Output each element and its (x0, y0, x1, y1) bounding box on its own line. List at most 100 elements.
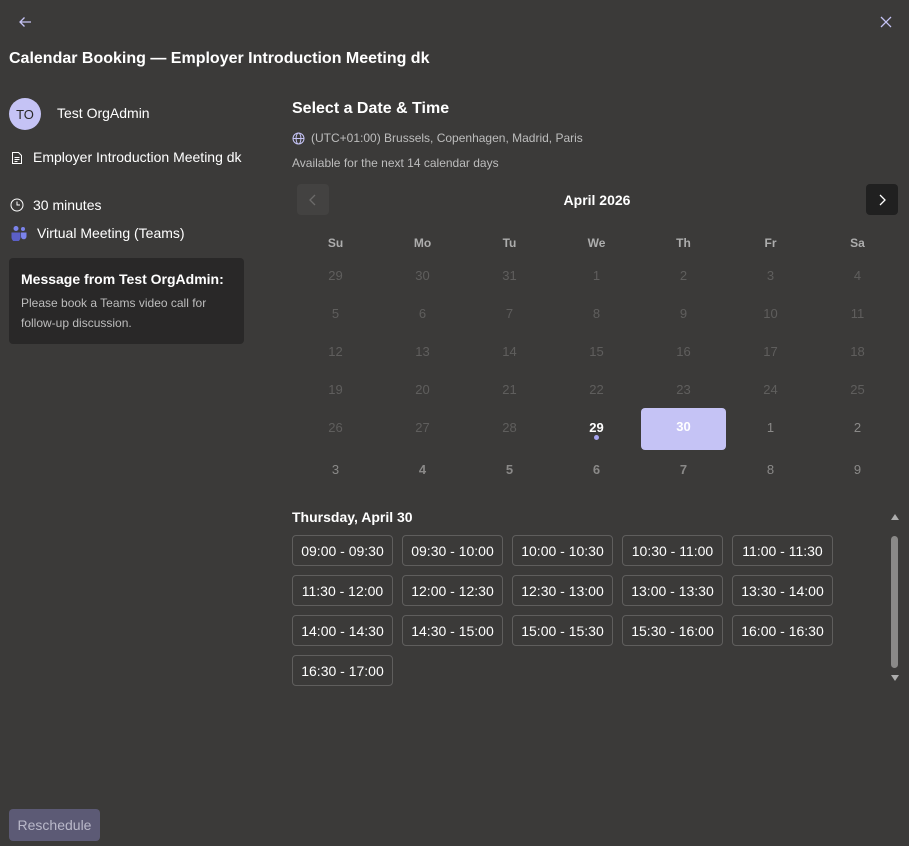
calendar-day[interactable]: 6 (553, 450, 640, 488)
weekday-label: Tu (502, 236, 517, 250)
weekday-label: We (587, 236, 606, 250)
back-button[interactable] (11, 8, 39, 36)
calendar-week: 26 27 28 29 30 1 2 (292, 408, 902, 450)
calendar-day: 5 (331, 305, 340, 321)
calendar-day[interactable]: 5 (466, 450, 553, 488)
next-month-button[interactable] (866, 184, 898, 215)
calendar-day: 16 (676, 343, 691, 359)
calendar-week: 3 4 5 6 7 8 9 (292, 450, 902, 488)
avatar: TO (9, 98, 41, 130)
calendar-day: 23 (676, 381, 691, 397)
time-slot-button[interactable]: 14:30 - 15:00 (402, 615, 503, 646)
time-slot-button[interactable]: 09:00 - 09:30 (292, 535, 393, 566)
calendar-day: 15 (589, 343, 604, 359)
calendar-day: 1 (592, 267, 601, 283)
time-slot-button[interactable]: 09:30 - 10:00 (402, 535, 503, 566)
meeting-title: Employer Introduction Meeting dk (33, 149, 242, 165)
calendar-day: 4 (853, 267, 862, 283)
calendar-day-selected[interactable]: 30 (641, 408, 726, 450)
previous-month-button[interactable] (297, 184, 329, 215)
meeting-duration: 30 minutes (33, 197, 102, 213)
calendar-day: 29 (328, 267, 343, 283)
calendar-day: 6 (418, 305, 427, 321)
time-slot-button[interactable]: 13:30 - 14:00 (732, 575, 833, 606)
calendar-day[interactable]: 8 (727, 450, 814, 488)
time-slot-list: 09:00 - 09:30 09:30 - 10:00 10:00 - 10:3… (292, 535, 844, 695)
time-slot-button[interactable]: 16:00 - 16:30 (732, 615, 833, 646)
time-slot-button[interactable]: 12:30 - 13:00 (512, 575, 613, 606)
message-title: Message from Test OrgAdmin: (21, 271, 224, 287)
weekday-label: Fr (764, 236, 777, 250)
calendar-day: 11 (850, 305, 865, 321)
calendar-day: 18 (850, 343, 865, 359)
calendar-day: 10 (763, 305, 778, 321)
time-slot-button[interactable]: 11:30 - 12:00 (292, 575, 393, 606)
close-button[interactable] (872, 8, 900, 36)
time-slot-button[interactable]: 10:00 - 10:30 (512, 535, 613, 566)
calendar-day: 20 (415, 381, 430, 397)
time-slot-button[interactable]: 15:30 - 16:00 (622, 615, 723, 646)
clock-icon (9, 196, 25, 214)
calendar-day: 2 (679, 267, 688, 283)
duration-row: 30 minutes (9, 196, 101, 214)
document-icon (9, 149, 25, 167)
scroll-up-arrow[interactable] (890, 512, 900, 522)
triangle-down-icon (891, 675, 899, 681)
calendar-week: 29 30 31 1 2 3 4 (292, 256, 902, 294)
calendar-day: 7 (505, 305, 514, 321)
selected-day-label: Thursday, April 30 (292, 509, 413, 525)
calendar-day[interactable]: 3 (292, 450, 379, 488)
scheduler-title: Select a Date & Time (292, 100, 450, 117)
calendar-day: 25 (850, 381, 865, 397)
weekday-label: Su (327, 236, 344, 250)
organizer-name: Test OrgAdmin (57, 105, 150, 121)
teams-icon (9, 224, 29, 242)
organizer-message: Message from Test OrgAdmin: Please book … (9, 258, 244, 344)
chevron-left-icon (309, 194, 316, 205)
scroll-down-arrow[interactable] (890, 673, 900, 683)
calendar-day: 14 (502, 343, 517, 359)
calendar-day: 22 (589, 381, 604, 397)
time-slot-button[interactable]: 14:00 - 14:30 (292, 615, 393, 646)
meeting-location: Virtual Meeting (Teams) (37, 225, 185, 241)
availability-text: Available for the next 14 calendar days (292, 156, 499, 170)
weekday-label: Mo (413, 236, 432, 250)
calendar-day[interactable]: 4 (379, 450, 466, 488)
triangle-up-icon (891, 514, 899, 520)
weekday-label: Sa (850, 236, 865, 250)
calendar-day[interactable]: 1 (727, 408, 814, 446)
weekday-header: Su Mo Tu We Th Fr Sa (292, 230, 902, 256)
calendar-day: 30 (415, 267, 430, 283)
page-title: Calendar Booking — Employer Introduction… (9, 50, 430, 67)
timezone-text: (UTC+01:00) Brussels, Copenhagen, Madrid… (311, 131, 583, 145)
time-slot-button[interactable]: 15:00 - 15:30 (512, 615, 613, 646)
calendar-week: 5 6 7 8 9 10 11 (292, 294, 902, 332)
location-row: Virtual Meeting (Teams) (9, 224, 185, 242)
calendar-day: 19 (328, 381, 343, 397)
message-text: Please book a Teams video call for follo… (21, 296, 207, 330)
time-slot-button[interactable]: 16:30 - 17:00 (292, 655, 393, 686)
chevron-right-icon (879, 194, 886, 205)
time-slot-button[interactable]: 11:00 - 11:30 (732, 535, 833, 566)
calendar-day: 31 (502, 267, 517, 283)
calendar-day[interactable]: 7 (640, 450, 727, 488)
time-slot-button[interactable]: 12:00 - 12:30 (402, 575, 503, 606)
time-slot-button[interactable]: 10:30 - 11:00 (622, 535, 723, 566)
calendar-day: 13 (415, 343, 430, 359)
calendar-day: 12 (328, 343, 343, 359)
calendar-day: 9 (679, 305, 688, 321)
scrollbar-thumb[interactable] (891, 536, 898, 668)
close-icon (880, 16, 892, 28)
calendar-day: 24 (763, 381, 778, 397)
month-label: April 2026 (563, 192, 631, 208)
calendar-day: 17 (763, 343, 778, 359)
weekday-label: Th (676, 236, 691, 250)
calendar-day: 28 (502, 419, 517, 435)
calendar-day: 3 (766, 267, 775, 283)
calendar-day-today[interactable]: 29 (553, 408, 640, 446)
calendar-day[interactable]: 9 (814, 450, 901, 488)
reschedule-button[interactable]: Reschedule (9, 809, 100, 841)
time-slot-button[interactable]: 13:00 - 13:30 (622, 575, 723, 606)
calendar-day: 21 (502, 381, 517, 397)
calendar-day[interactable]: 2 (814, 408, 901, 446)
